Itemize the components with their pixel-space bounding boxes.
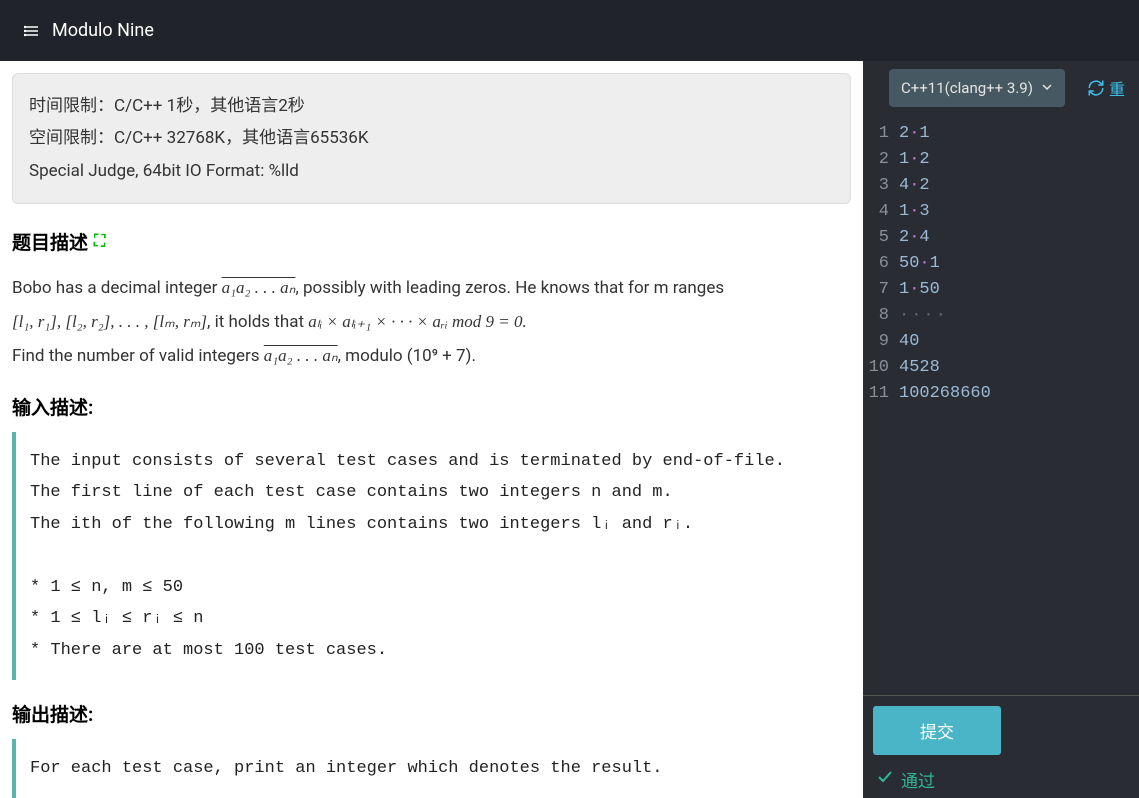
line-number: 6 — [863, 251, 893, 277]
input-heading: 输入描述: — [12, 393, 851, 420]
problem-title: Modulo Nine — [52, 20, 154, 41]
code-content: 1·2 — [893, 147, 930, 173]
main-container: 时间限制：C/C++ 1秒，其他语言2秒 空间限制：C/C++ 32768K，其… — [0, 61, 1139, 798]
editor-bottom-bar: 提交 通过 — [863, 695, 1139, 798]
expand-icon[interactable]: ⛶ — [94, 231, 105, 251]
problem-limits: 时间限制：C/C++ 1秒，其他语言2秒 空间限制：C/C++ 32768K，其… — [12, 73, 851, 204]
code-line[interactable]: 71·50 — [863, 277, 1139, 303]
line-number: 11 — [863, 381, 893, 407]
code-line[interactable]: 52·4 — [863, 225, 1139, 251]
line-number: 8 — [863, 303, 893, 329]
problem-panel: 时间限制：C/C++ 1秒，其他语言2秒 空间限制：C/C++ 32768K，其… — [0, 61, 863, 798]
code-editor[interactable]: 12·121·234·241·352·4650·171·508····94010… — [863, 115, 1139, 695]
code-line[interactable]: 12·1 — [863, 121, 1139, 147]
code-line[interactable]: 41·3 — [863, 199, 1139, 225]
submit-button[interactable]: 提交 — [873, 706, 1001, 755]
editor-topbar: C++11(clang++ 3.9) 重 — [863, 61, 1139, 115]
output-heading: 输出描述: — [12, 700, 851, 727]
description-heading: 题目描述 ⛶ — [12, 228, 851, 255]
code-content: ···· — [893, 303, 948, 329]
line-number: 1 — [863, 121, 893, 147]
line-number: 4 — [863, 199, 893, 225]
code-content: 2·4 — [893, 225, 930, 251]
code-content: 50·1 — [893, 251, 940, 277]
code-content: 2·1 — [893, 121, 930, 147]
code-line[interactable]: 21·2 — [863, 147, 1139, 173]
code-line[interactable]: 104528 — [863, 355, 1139, 381]
line-number: 10 — [863, 355, 893, 381]
code-content: 100268660 — [893, 381, 991, 407]
line-number: 9 — [863, 329, 893, 355]
line-number: 5 — [863, 225, 893, 251]
memory-limit: 空间限制：C/C++ 32768K，其他语言65536K — [29, 122, 834, 154]
code-content: 4·2 — [893, 173, 930, 199]
code-line[interactable]: 8···· — [863, 303, 1139, 329]
editor-panel: C++11(clang++ 3.9) 重 12·121·234·241·352·… — [863, 61, 1139, 798]
line-number: 7 — [863, 277, 893, 303]
code-line[interactable]: 940 — [863, 329, 1139, 355]
code-line[interactable]: 11100268660 — [863, 381, 1139, 407]
special-judge: Special Judge, 64bit IO Format: %lld — [29, 155, 834, 187]
input-description: The input consists of several test cases… — [12, 432, 851, 680]
menu-icon[interactable] — [24, 23, 40, 39]
check-icon — [877, 769, 893, 790]
code-content: 1·50 — [893, 277, 940, 303]
code-line[interactable]: 650·1 — [863, 251, 1139, 277]
language-select[interactable]: C++11(clang++ 3.9) — [889, 69, 1065, 107]
output-description: For each test case, print an integer whi… — [12, 739, 851, 798]
status-pass: 通过 — [873, 767, 1129, 792]
chevron-down-icon — [1041, 79, 1053, 97]
problem-description: Bobo has a decimal integer a₁a₂ . . . aₙ… — [12, 271, 851, 373]
page-header: Modulo Nine — [0, 0, 1139, 61]
code-content: 40 — [893, 329, 919, 355]
reload-button[interactable]: 重 — [1087, 76, 1125, 100]
line-number: 3 — [863, 173, 893, 199]
code-content: 1·3 — [893, 199, 930, 225]
time-limit: 时间限制：C/C++ 1秒，其他语言2秒 — [29, 90, 834, 122]
code-line[interactable]: 34·2 — [863, 173, 1139, 199]
code-content: 4528 — [893, 355, 940, 381]
line-number: 2 — [863, 147, 893, 173]
